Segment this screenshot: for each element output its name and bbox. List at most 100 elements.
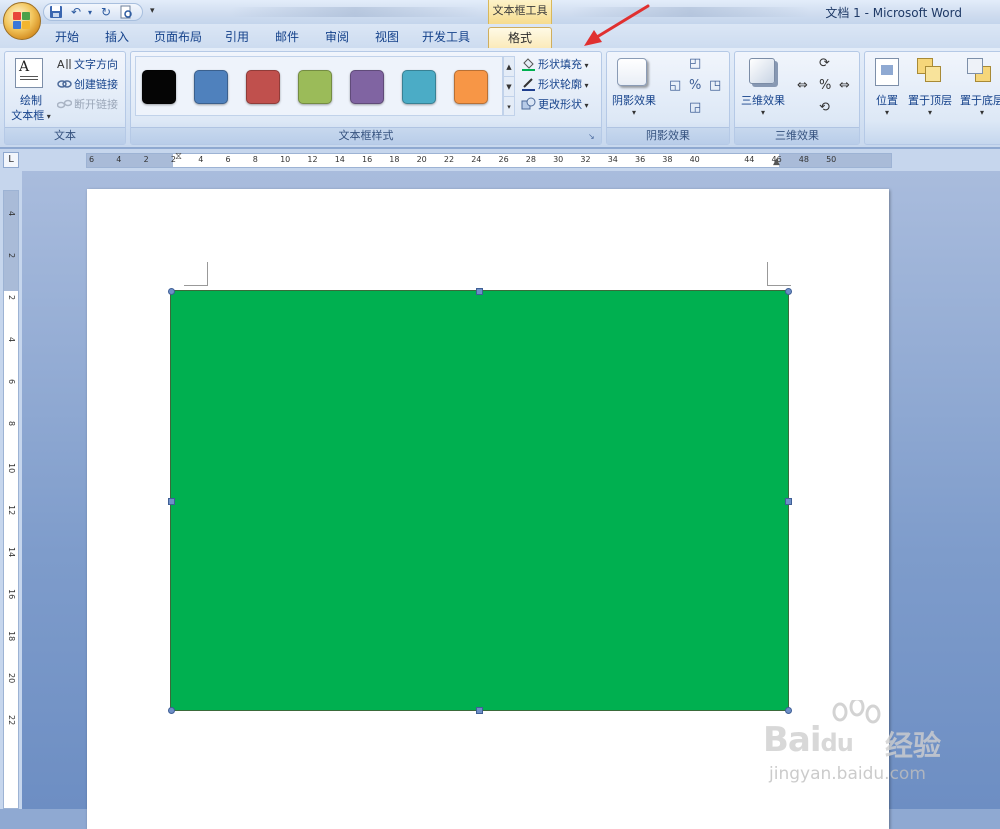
shape-outline-label: 形状轮廓 [538,78,582,91]
position-button[interactable]: 位置 [867,92,907,108]
chevron-down-icon[interactable]: ▾ [867,108,907,117]
scroll-up-icon[interactable]: ▲ [504,57,514,77]
chevron-down-icon[interactable]: ▾ [737,108,789,117]
3d-toggle-icon[interactable]: % [819,78,831,93]
tab-page-layout[interactable]: 页面布局 [148,27,208,48]
ruler-tick-label: 14 [7,547,16,558]
scroll-down-icon[interactable]: ▼ [504,77,514,97]
ruler-tick-label: 6 [89,155,95,164]
tilt-left-icon[interactable]: ⇔ [797,78,808,93]
tilt-down-icon[interactable]: ⟲ [819,100,830,115]
chevron-down-icon[interactable]: ▾ [905,108,955,117]
chevron-down-icon[interactable]: ▾ [957,108,1000,117]
change-shape-button[interactable]: 更改形状 ▾ [521,96,589,114]
group-label-textbox-styles: 文本框样式 [131,127,601,144]
red-arrow-annotation [584,4,650,46]
resize-handle-left[interactable] [168,498,175,505]
watermark-url: jingyan.baidu.com [769,764,926,784]
break-link-button[interactable]: 断开链接 [56,96,118,114]
draw-textbox-icon[interactable]: A [15,58,43,88]
nudge-shadow-up-icon[interactable]: ◰ [689,56,701,71]
style-swatch-purple[interactable] [350,70,384,104]
draw-textbox-label-1[interactable]: 绘制 [9,92,53,108]
ruler-tick-label: 48 [798,155,809,164]
tilt-up-icon[interactable]: ⟳ [819,56,830,71]
ruler-tick-label: 40 [689,155,700,164]
tab-view[interactable]: 视图 [368,27,406,48]
resize-handle-right[interactable] [785,498,792,505]
vertical-ruler[interactable]: 4 2 2 4 6 8 10 12 14 16 18 20 22 [3,190,19,809]
ruler-tick-label: 2 [143,155,149,164]
save-icon[interactable] [48,5,64,20]
ruler-top-margin [4,191,18,291]
horizontal-ruler[interactable]: 6 4 2 2 4 6 8 10 12 14 16 18 20 22 24 26 28 30 32 34 36 38 40 4… [86,151,892,168]
bring-to-front-icon[interactable] [917,58,943,84]
resize-handle-top-right[interactable] [785,288,792,295]
tab-stop-selector[interactable]: L [3,152,19,168]
group-3d-effects: 三维效果 ▾ ⟳ ⇔ % ⇔ ⟲ 三维效果 [734,51,860,145]
resize-handle-top[interactable] [476,288,483,295]
ruler-left-margin [87,154,173,167]
context-tool-title: 文本框工具 [488,0,552,24]
tab-review[interactable]: 审阅 [318,27,356,48]
tab-references[interactable]: 引用 [218,27,256,48]
chevron-down-icon[interactable]: ▾ [609,108,659,117]
tab-developer[interactable]: 开发工具 [416,27,476,48]
shadow-effects-button[interactable]: 阴影效果 [609,92,659,108]
tilt-right-icon[interactable]: ⇔ [839,78,850,93]
shape-fill-button[interactable]: 形状填充 ▾ [521,56,589,74]
green-rectangle-shape[interactable] [170,290,789,711]
shape-outline-button[interactable]: 形状轮廓 ▾ [521,76,589,94]
draw-textbox-button[interactable]: 文本框 ▾ [5,107,57,123]
nudge-shadow-down-icon[interactable]: ◲ [689,100,701,115]
bring-to-front-button[interactable]: 置于顶层 [905,92,955,108]
style-swatch-green[interactable] [298,70,332,104]
customize-qat-icon[interactable]: ▾ [150,6,155,16]
ribbon: A 绘制 文本框 ▾ A 文字方向 创建链接 断开链接 文本 ▲ ▼ ▾ 形状填… [0,48,1000,148]
resize-handle-bottom-left[interactable] [168,707,175,714]
style-swatch-blue[interactable] [194,70,228,104]
text-direction-button[interactable]: A 文字方向 [57,56,118,74]
resize-handle-top-left[interactable] [168,288,175,295]
ruler-tick-label: 6 [7,379,16,385]
tab-format[interactable]: 格式 [488,27,552,48]
right-indent-marker-icon[interactable]: ▲ [773,157,780,167]
3d-effects-icon[interactable] [749,58,775,84]
3d-effects-button[interactable]: 三维效果 [737,92,789,108]
group-textbox-styles: ▲ ▼ ▾ 形状填充 ▾ 形状轮廓 ▾ 更改形状 ▾ 文本框样式 ↘ [130,51,602,145]
nudge-shadow-right-icon[interactable]: ◳ [709,78,721,93]
style-swatch-orange[interactable] [454,70,488,104]
ruler-tick-label: 44 [744,155,755,164]
crop-mark [207,262,208,286]
redo-icon[interactable]: ↻ [98,5,114,20]
style-swatch-black[interactable] [142,70,176,104]
break-link-label: 断开链接 [74,98,118,111]
dialog-launcher-icon[interactable]: ↘ [588,132,598,142]
send-to-back-button[interactable]: 置于底层 [957,92,1000,108]
indent-marker-icon[interactable]: ⧖ [175,151,182,162]
ruler-tick-label: 4 [198,155,204,164]
chevron-down-icon: ▾ [582,61,589,70]
style-swatch-red[interactable] [246,70,280,104]
gallery-more-icon[interactable]: ▾ [504,97,514,117]
group-label-3d-effects: 三维效果 [735,127,859,144]
create-link-button[interactable]: 创建链接 [57,76,118,94]
gallery-scrollbar[interactable]: ▲ ▼ ▾ [503,56,515,116]
resize-handle-bottom[interactable] [476,707,483,714]
undo-dropdown-icon[interactable]: ▾ [82,5,98,20]
position-icon[interactable] [875,58,899,86]
office-button[interactable] [3,2,41,40]
ruler-tick-label: 2 [7,253,16,259]
nudge-shadow-left-icon[interactable]: ◱ [669,78,681,93]
print-preview-icon[interactable] [118,5,134,20]
tab-mailings[interactable]: 邮件 [268,27,306,48]
send-to-back-icon[interactable] [967,58,993,84]
tab-home[interactable]: 开始 [48,27,86,48]
ruler-tick-label: 4 [7,211,16,217]
tab-insert[interactable]: 插入 [98,27,136,48]
ruler-tick-label: 16 [7,589,16,600]
shadow-toggle-icon[interactable]: % [689,78,701,93]
shadow-effects-icon[interactable] [617,58,647,86]
change-shape-label: 更改形状 [538,98,582,111]
style-swatch-aqua[interactable] [402,70,436,104]
